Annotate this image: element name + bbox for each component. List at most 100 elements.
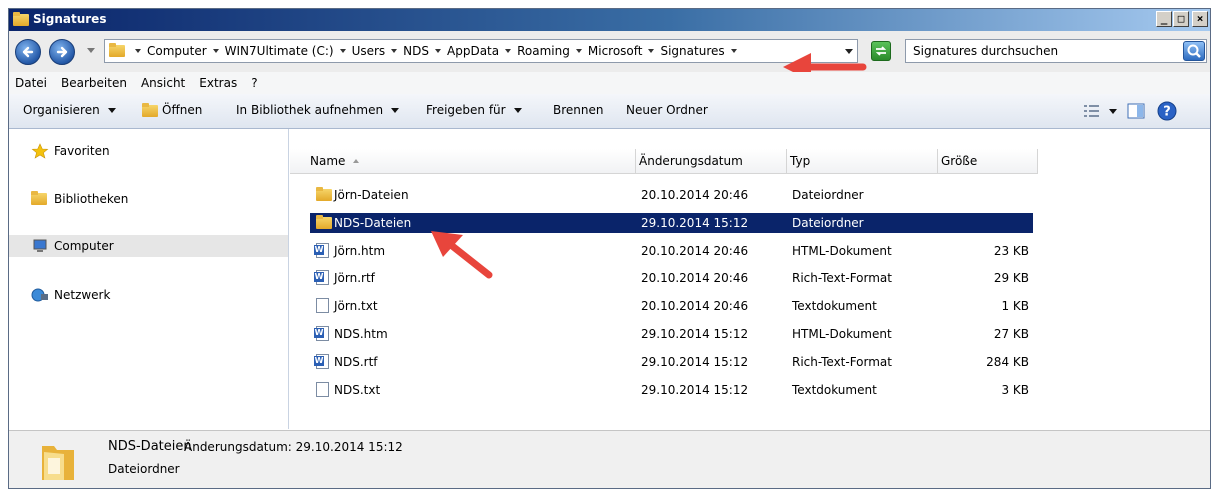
file-name: Jörn.txt [334, 299, 378, 314]
file-date: 29.10.2014 15:12 [641, 215, 749, 230]
back-arrow-icon [22, 46, 34, 58]
column-header-date[interactable]: Änderungsdatum [636, 149, 787, 174]
breadcrumb-separator-icon[interactable] [730, 49, 737, 53]
close-button[interactable]: × [1192, 11, 1208, 27]
open-folder-icon [142, 103, 158, 117]
burn-button[interactable]: Brennen [553, 103, 603, 117]
new-folder-label: Neuer Ordner [626, 103, 708, 117]
file-type: Rich-Text-Format [792, 271, 892, 286]
breadcrumb-separator-icon[interactable] [648, 49, 655, 53]
view-options-button[interactable] [1083, 103, 1117, 122]
include-library-label: In Bibliothek aufnehmen [236, 103, 384, 117]
file-size: 1 KB [1001, 299, 1029, 314]
file-name: NDS.htm [334, 327, 388, 341]
folder-icon [13, 12, 29, 28]
file-size: 23 KB [993, 243, 1029, 258]
breadcrumb-separator-icon[interactable] [505, 49, 512, 53]
preview-pane-button[interactable] [1127, 103, 1145, 122]
breadcrumb-item[interactable]: WIN7Ultimate (C:) [225, 44, 334, 58]
text-doc-icon [316, 381, 329, 397]
folder-icon [109, 43, 125, 57]
minimize-button[interactable]: _ [1156, 11, 1172, 27]
refresh-button[interactable] [871, 41, 891, 61]
breadcrumb-separator-icon[interactable] [391, 49, 398, 53]
file-row[interactable]: Jörn.htm 20.10.2014 20:46 HTML-Dokument 23 … [310, 241, 1033, 261]
breadcrumb-item[interactable]: Roaming [517, 44, 570, 58]
file-type: Rich-Text-Format [792, 354, 892, 369]
back-button[interactable] [15, 39, 41, 65]
menu-item[interactable]: Ansicht [141, 76, 185, 90]
file-row[interactable]: NDS.rtf 29.10.2014 15:12 Rich-Text-Format 2… [310, 352, 1033, 372]
breadcrumb-item[interactable]: Computer [147, 44, 207, 58]
maximize-button[interactable]: □ [1173, 11, 1189, 27]
menu-item[interactable]: Bearbeiten [61, 76, 127, 90]
file-row[interactable]: Jörn.txt 20.10.2014 20:46 Textdokument 1 KB [310, 296, 1033, 316]
help-icon: ? [1157, 101, 1177, 121]
refresh-icon [875, 46, 887, 56]
libraries-icon [31, 191, 49, 207]
breadcrumb-item[interactable]: Microsoft [588, 44, 643, 58]
annotation-arrow-icon [431, 231, 493, 279]
forward-arrow-icon [56, 46, 68, 58]
file-type: HTML-Dokument [792, 243, 892, 258]
nav-item-libraries[interactable]: Bibliotheken [31, 191, 128, 207]
file-date: 20.10.2014 20:46 [641, 243, 749, 258]
breadcrumb-item[interactable]: NDS [403, 44, 429, 58]
file-type: Textdokument [792, 382, 877, 397]
breadcrumb-separator-icon[interactable] [135, 49, 141, 53]
menu-item[interactable]: ? [251, 76, 257, 90]
column-header-name[interactable]: Name [290, 149, 636, 174]
file-size: 27 KB [993, 327, 1029, 341]
nav-item-computer[interactable]: Computer [9, 235, 288, 257]
breadcrumb-separator-icon[interactable] [435, 49, 442, 53]
nav-item-favorites[interactable]: Favoriten [31, 143, 110, 159]
file-type: HTML-Dokument [792, 327, 892, 341]
help-button[interactable]: ? [1157, 101, 1177, 124]
recent-pages-dropdown[interactable] [87, 48, 95, 53]
file-name: Jörn.rtf [334, 271, 375, 286]
menu-item[interactable]: Datei [15, 76, 47, 90]
forward-button[interactable] [49, 39, 75, 65]
navigation-pane: Favoriten Bibliotheken Computer Netzwerk [9, 129, 289, 429]
nav-label-network: Netzwerk [54, 288, 111, 302]
preview-pane-icon [1127, 103, 1145, 119]
star-icon [31, 143, 49, 159]
search-icon [1187, 44, 1201, 58]
file-row[interactable]: NDS-Dateien 29.10.2014 15:12 Dateiordner [310, 212, 1033, 233]
breadcrumb-item[interactable]: AppData [447, 44, 499, 58]
file-row[interactable]: Jörn-Dateien 20.10.2014 20:46 Dateiordner [310, 185, 1033, 205]
column-header-type[interactable]: Typ [787, 149, 938, 174]
nav-item-network[interactable]: Netzwerk [31, 287, 110, 303]
file-date: 20.10.2014 20:46 [641, 271, 749, 286]
column-header-size[interactable]: Größe [938, 149, 1038, 174]
column-name-label: Name [310, 154, 346, 168]
search-input[interactable]: Signatures durchsuchen [905, 39, 1207, 63]
breadcrumb-separator-icon[interactable] [339, 49, 346, 53]
breadcrumb-separator-icon[interactable] [212, 49, 219, 53]
new-folder-button[interactable]: Neuer Ordner [626, 103, 708, 117]
search-button[interactable] [1183, 41, 1205, 61]
breadcrumb-item[interactable]: Users [352, 44, 386, 58]
breadcrumb-separator-icon[interactable] [575, 49, 582, 53]
breadcrumb-item[interactable]: Signatures [660, 44, 724, 58]
network-icon [31, 288, 48, 302]
include-library-button[interactable]: In Bibliothek aufnehmen [236, 103, 400, 117]
menu-item[interactable]: Extras [199, 76, 237, 90]
share-label: Freigeben für [426, 103, 506, 117]
share-button[interactable]: Freigeben für [426, 103, 522, 117]
word-doc-icon [314, 326, 329, 341]
file-date: 29.10.2014 15:12 [641, 354, 749, 369]
file-size: 3 KB [1001, 382, 1029, 397]
organize-button[interactable]: Organisieren [23, 103, 116, 117]
title-bar[interactable]: Signatures _ □ × [9, 9, 1210, 31]
file-row[interactable]: NDS.htm 29.10.2014 15:12 HTML-Dokument 27 K… [310, 324, 1033, 344]
file-name: NDS.rtf [334, 354, 378, 369]
file-row[interactable]: Jörn.rtf 20.10.2014 20:46 Rich-Text-Format… [310, 268, 1033, 288]
nav-label-favorites: Favoriten [54, 144, 110, 158]
menu-bar: Datei Bearbeiten Ansicht Extras? [9, 72, 1210, 94]
address-bar[interactable]: Computer WIN7Ultimate (C:) Users NDS AppData… [104, 39, 858, 63]
window-title: Signatures [33, 12, 107, 26]
open-button[interactable]: Öffnen [142, 103, 202, 117]
sort-ascending-icon [353, 159, 360, 163]
file-row[interactable]: NDS.txt 29.10.2014 15:12 Textdokument 3 KB [310, 380, 1033, 400]
